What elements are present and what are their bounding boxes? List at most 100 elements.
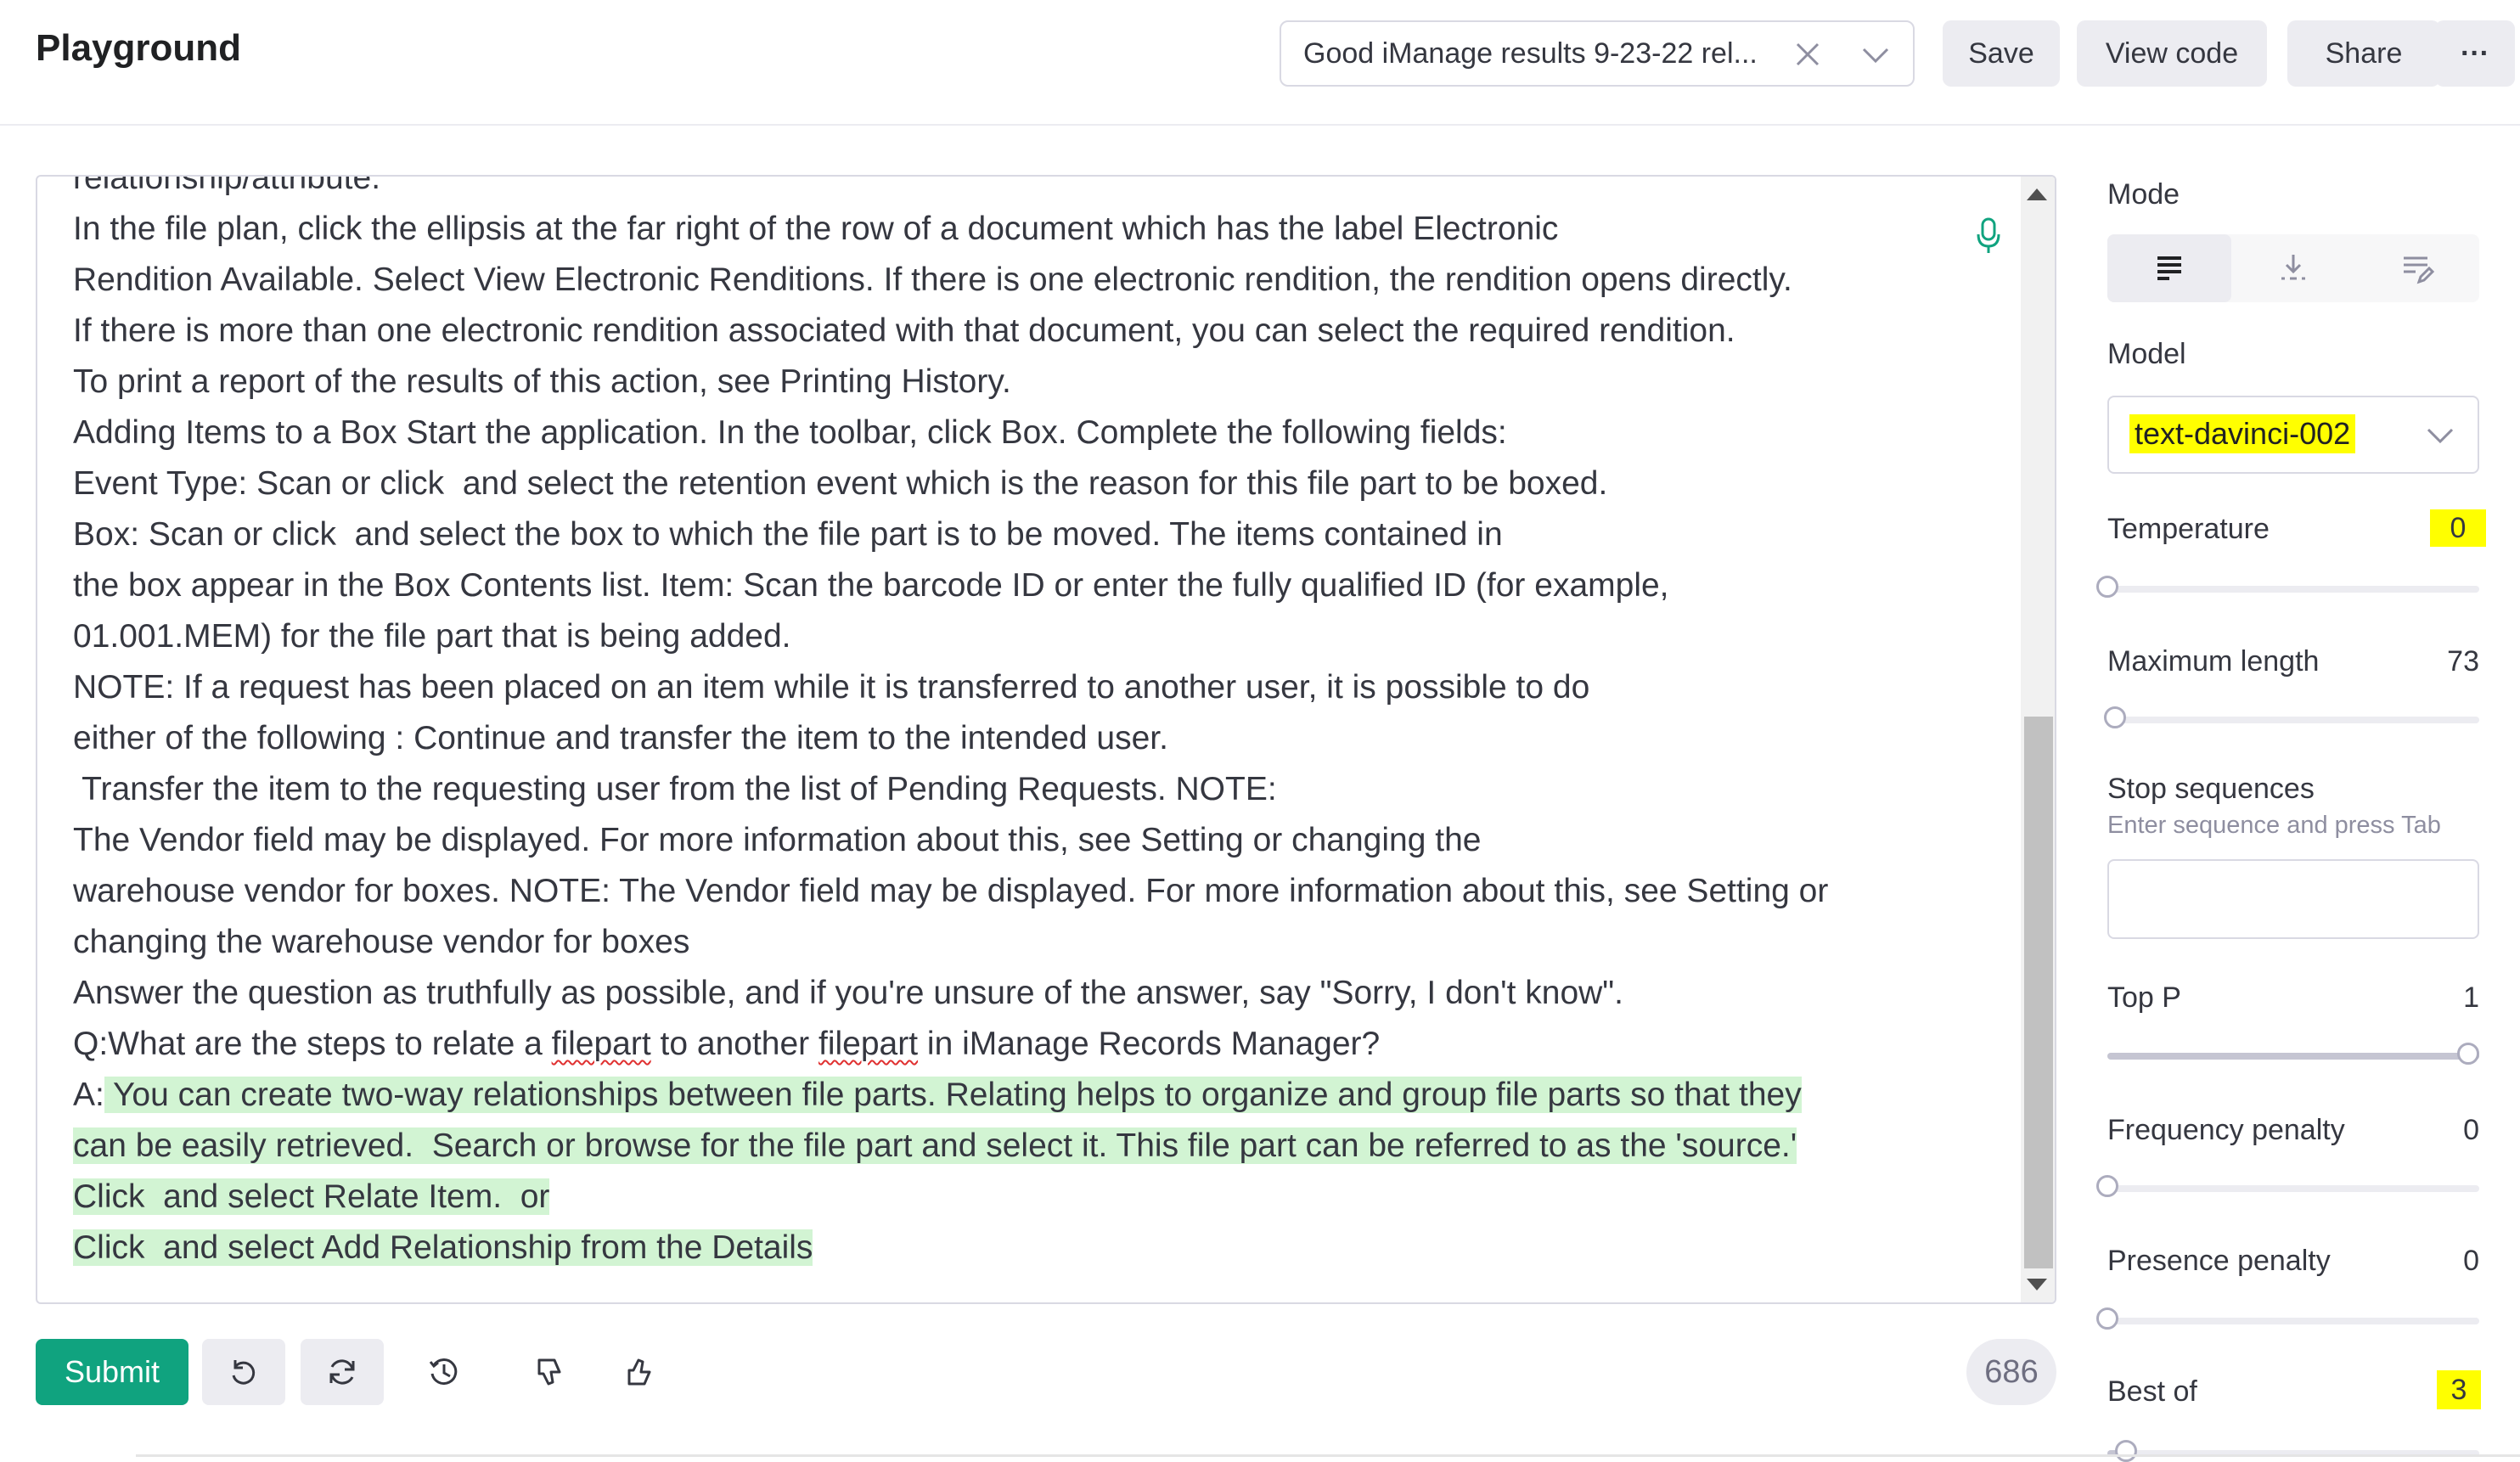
prompt-text[interactable]: relationship/attribute. In the file plan,… — [73, 175, 1975, 1274]
close-icon[interactable] — [1791, 37, 1825, 71]
history-button[interactable] — [402, 1339, 486, 1405]
thumbs-down-icon — [537, 1358, 561, 1386]
undo-icon — [232, 1360, 256, 1385]
prompt-segment: Rendition Available. Select View Electro… — [73, 261, 1792, 298]
bottom-divider — [136, 1454, 2520, 1457]
refresh-icon — [329, 1359, 355, 1385]
prompt-line: relationship/attribute. — [73, 175, 1975, 204]
completion-text: can be easily retrieved. Search or brows… — [73, 1127, 1797, 1164]
presence-penalty-value[interactable]: 0 — [2411, 1245, 2479, 1278]
prompt-line: Box: Scan or click and select the box to… — [73, 509, 1975, 560]
mode-selector[interactable] — [2107, 234, 2479, 302]
prompt-segment: warehouse vendor for boxes. NOTE: The Ve… — [73, 873, 1829, 909]
top-p-slider[interactable] — [2107, 1043, 2479, 1065]
temperature-slider[interactable] — [2096, 576, 2479, 598]
prompt-line: Event Type: Scan or click and select the… — [73, 458, 1975, 509]
completion-text: Click and select Add Relationship from t… — [73, 1229, 813, 1266]
preset-name: Good iManage results 9-23-22 rel... — [1303, 37, 1758, 70]
prompt-segment: relationship/attribute. — [73, 175, 381, 196]
frequency-penalty-value[interactable]: 0 — [2411, 1114, 2479, 1147]
presence-penalty-label: Presence penalty — [2107, 1245, 2331, 1277]
prompt-segment: NOTE: If a request has been placed on an… — [73, 669, 1590, 706]
top-bar: Playground Good iManage results 9-23-22 … — [0, 0, 2520, 126]
page-title: Playground — [36, 27, 242, 69]
prompt-line: The Vendor field may be displayed. For m… — [73, 815, 1975, 866]
prompt-segment: To print a report of the results of this… — [73, 363, 1011, 400]
prompt-line: To print a report of the results of this… — [73, 357, 1975, 408]
prompt-segment: Answer the question as truthfully as pos… — [73, 975, 1623, 1011]
max-length-label: Maximum length — [2107, 645, 2320, 678]
prompt-line: Answer the question as truthfully as pos… — [73, 968, 1975, 1019]
prompt-segment: Q:What are the steps to relate a — [73, 1026, 552, 1062]
slider-knob[interactable] — [2096, 1307, 2118, 1330]
edit-mode-icon[interactable] — [2400, 251, 2434, 285]
undo-button[interactable] — [202, 1339, 285, 1405]
token-count: 686 — [1966, 1339, 2056, 1405]
top-p-value[interactable]: 1 — [2411, 981, 2479, 1015]
completion-text: You can create two-way relationships bet… — [104, 1077, 1802, 1113]
more-options-button[interactable]: ··· — [2435, 20, 2515, 87]
slider-knob[interactable] — [2103, 706, 2126, 728]
slider-fill — [2107, 1053, 2479, 1060]
scroll-down-arrow[interactable] — [2027, 1279, 2047, 1290]
thumbs-down-button[interactable] — [508, 1339, 591, 1405]
prompt-editor[interactable]: relationship/attribute. In the file plan,… — [36, 175, 2056, 1304]
slider-knob[interactable] — [2096, 1175, 2118, 1197]
prompt-line: Q:What are the steps to relate a filepar… — [73, 1019, 1975, 1070]
prompt-line: Rendition Available. Select View Electro… — [73, 255, 1975, 306]
model-value: text-davinci-002 — [2129, 414, 2356, 453]
completion-text: Click and select Relate Item. or — [73, 1178, 550, 1215]
misspelled-word: filepart — [818, 1026, 919, 1062]
prompt-segment: 01.001.MEM) for the file part that is be… — [73, 618, 791, 655]
share-button[interactable]: Share — [2287, 20, 2440, 87]
microphone-icon[interactable] — [1975, 217, 2002, 255]
prompt-segment: to another — [650, 1026, 818, 1062]
regenerate-button[interactable] — [301, 1339, 384, 1405]
slider-knob[interactable] — [2096, 576, 2118, 598]
frequency-penalty-label: Frequency penalty — [2107, 1114, 2345, 1146]
prompt-line: either of the following : Continue and t… — [73, 713, 1975, 764]
slider-knob[interactable] — [2114, 1440, 2137, 1462]
top-p-label: Top P — [2107, 981, 2181, 1014]
model-select[interactable]: text-davinci-002 — [2107, 396, 2479, 474]
view-code-button[interactable]: View code — [2077, 20, 2267, 87]
presence-penalty-slider[interactable] — [2096, 1307, 2479, 1330]
max-length-slider[interactable] — [2103, 706, 2479, 728]
temperature-value[interactable]: 0 — [2430, 509, 2486, 547]
prompt-line: warehouse vendor for boxes. NOTE: The Ve… — [73, 866, 1975, 917]
prompt-segment: in iManage Records Manager? — [918, 1026, 1381, 1062]
insert-mode-icon[interactable] — [2276, 251, 2310, 285]
best-of-value[interactable]: 3 — [2437, 1370, 2481, 1409]
chevron-down-icon — [2427, 428, 2454, 444]
prompt-segment: The Vendor field may be displayed. For m… — [73, 822, 1482, 858]
complete-mode-icon[interactable] — [2152, 251, 2186, 285]
prompt-line: 01.001.MEM) for the file part that is be… — [73, 611, 1975, 662]
prompt-line: A: You can create two-way relationships … — [73, 1070, 1975, 1121]
temperature-label: Temperature — [2107, 513, 2270, 545]
thumbs-up-button[interactable] — [598, 1339, 681, 1405]
preset-select[interactable]: Good iManage results 9-23-22 rel... — [1280, 20, 1915, 87]
save-button[interactable]: Save — [1943, 20, 2060, 87]
prompt-line: changing the warehouse vendor for boxes — [73, 917, 1975, 968]
stop-sequences-input[interactable] — [2107, 859, 2479, 939]
stop-sequences-hint: Enter sequence and press Tab — [2107, 812, 2441, 839]
max-length-value[interactable]: 73 — [2411, 645, 2479, 678]
prompt-line: Click and select Add Relationship from t… — [73, 1223, 1975, 1274]
prompt-line: In the file plan, click the ellipsis at … — [73, 204, 1975, 255]
chevron-down-icon[interactable] — [1859, 41, 1893, 70]
scroll-up-arrow[interactable] — [2027, 188, 2047, 200]
prompt-line: NOTE: If a request has been placed on an… — [73, 662, 1975, 713]
misspelled-word: filepart — [551, 1026, 651, 1062]
prompt-segment: A: — [73, 1077, 104, 1113]
prompt-segment: either of the following : Continue and t… — [73, 720, 1168, 756]
mode-label: Mode — [2107, 178, 2180, 211]
prompt-line: can be easily retrieved. Search or brows… — [73, 1121, 1975, 1172]
scrollbar-thumb[interactable] — [2024, 717, 2053, 1268]
prompt-segment: Adding Items to a Box Start the applicat… — [73, 414, 1507, 451]
submit-button[interactable]: Submit — [36, 1339, 188, 1405]
stop-sequences-label: Stop sequences — [2107, 773, 2315, 805]
slider-knob[interactable] — [2457, 1043, 2479, 1065]
prompt-segment: Event Type: Scan or click and select the… — [73, 465, 1608, 502]
frequency-penalty-slider[interactable] — [2096, 1175, 2479, 1197]
thumbs-up-icon — [627, 1358, 651, 1386]
